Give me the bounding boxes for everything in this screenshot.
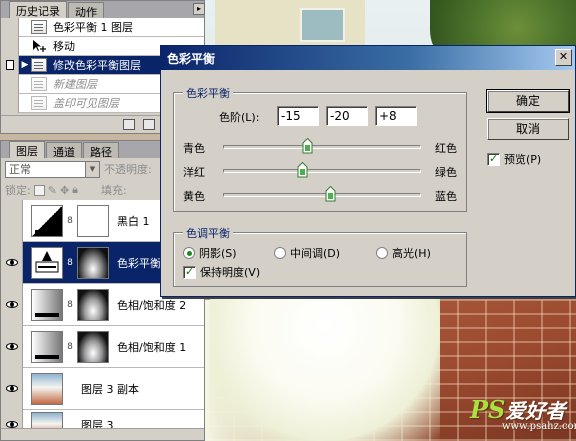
tone-balance-group: 色调平衡 阴影(S) 中间调(D) 高光(H) 保持明度(V) (173, 225, 467, 287)
document-icon (31, 20, 47, 34)
yellow-blue-slider-thumb[interactable] (325, 186, 336, 202)
levels-label: 色阶(L): (219, 111, 260, 124)
dialog-title-bar[interactable]: 色彩平衡 ✕ (161, 46, 575, 70)
visibility-toggle[interactable] (1, 325, 23, 368)
tab-actions[interactable]: 动作 (68, 2, 104, 19)
eye-icon (5, 385, 18, 392)
cancel-button[interactable]: 取消 (487, 118, 569, 140)
lock-transparent-icon[interactable] (33, 184, 45, 196)
document-icon (31, 96, 47, 110)
watermark-logo: PS爱好者 www.psahz.com (470, 395, 576, 432)
layer-mask-thumbnail[interactable] (77, 246, 109, 279)
history-tabbar: 历史记录 动作 ▸ (1, 1, 205, 19)
watermark-logo-text: PS爱好者 (470, 395, 566, 424)
radio-midtones[interactable]: 中间调(D) (274, 245, 340, 261)
visibility-toggle[interactable] (1, 199, 23, 242)
preserve-luminosity-checkbox[interactable]: 保持明度(V) (183, 264, 260, 280)
layer-name: 色相/饱和度 2 (117, 298, 187, 312)
building-window (300, 8, 345, 42)
history-item[interactable]: 色彩平衡 1 图层 (1, 17, 204, 37)
tab-history[interactable]: 历史记录 (9, 1, 67, 18)
eye-icon (5, 259, 18, 266)
layer-name: 图层 3 副本 (81, 382, 139, 396)
radio-highlights[interactable]: 高光(H) (376, 245, 431, 261)
link-icon: 8 (67, 341, 73, 352)
level-cyan-red-input[interactable] (277, 106, 319, 126)
slider-label-yellow: 黄色 (183, 190, 205, 203)
layer-mask-thumbnail[interactable] (77, 288, 109, 321)
magenta-green-slider-track[interactable] (223, 169, 421, 173)
document-icon (31, 58, 47, 72)
layer-row[interactable]: 8 色相/饱和度 1 (1, 325, 204, 368)
checkbox[interactable] (183, 265, 196, 279)
group-legend: 色调平衡 (183, 225, 233, 241)
magenta-green-slider-thumb[interactable] (297, 162, 308, 178)
dialog-title: 色彩平衡 (167, 51, 216, 66)
eye-icon (5, 343, 18, 350)
visibility-toggle[interactable] (1, 367, 23, 410)
tab-layers[interactable]: 图层 (9, 141, 45, 158)
slider-label-green: 绿色 (435, 166, 457, 179)
layer-mask-thumbnail[interactable] (77, 330, 109, 363)
layer-row[interactable]: 图层 3 副本 (1, 367, 204, 410)
opacity-label: 不透明度: (104, 163, 152, 176)
layer-name: 黑白 1 (117, 214, 150, 228)
checkbox[interactable] (487, 152, 500, 166)
layer-name: 色彩平衡 (117, 256, 161, 270)
group-legend: 色彩平衡 (183, 85, 233, 101)
photo-thumbnail (31, 372, 63, 405)
link-icon: 8 (67, 299, 73, 310)
radio-shadows[interactable]: 阴影(S) (183, 245, 237, 261)
tab-channels[interactable]: 通道 (46, 142, 82, 159)
color-balance-thumbnail-icon (31, 246, 63, 279)
layer-mask-thumbnail[interactable] (77, 204, 109, 237)
ok-button[interactable]: 确定 (486, 89, 570, 113)
level-magenta-green-input[interactable] (326, 106, 368, 126)
cyan-red-slider-track[interactable] (223, 145, 421, 149)
hue-saturation-thumbnail-icon (31, 330, 63, 363)
blend-mode-select[interactable]: 正常 ▼ (5, 160, 100, 178)
lock-brush-icon[interactable]: ✎ (48, 184, 57, 197)
slider-label-red: 红色 (435, 142, 457, 155)
preview-checkbox[interactable]: 预览(P) (487, 151, 541, 167)
hue-saturation-thumbnail-icon (31, 288, 63, 321)
adjustment-thumbnail-icon (31, 204, 63, 237)
new-snapshot-button[interactable] (143, 119, 155, 130)
chevron-down-icon: ▼ (85, 161, 99, 177)
color-balance-dialog: 色彩平衡 ✕ 色彩平衡 色阶(L): 青色 红色 洋红 绿色 黄色 蓝色 色调平… (160, 45, 576, 297)
visibility-toggle[interactable] (1, 241, 23, 284)
new-document-from-state-button[interactable] (123, 119, 135, 130)
tab-paths[interactable]: 路径 (83, 142, 119, 159)
document-icon (31, 77, 47, 91)
panel-menu-button[interactable]: ▸ (193, 3, 205, 15)
layer-name: 色相/饱和度 1 (117, 340, 187, 354)
slider-label-cyan: 青色 (183, 142, 205, 155)
slider-label-blue: 蓝色 (435, 190, 457, 203)
close-icon[interactable]: ✕ (555, 49, 572, 66)
eye-icon (5, 421, 18, 428)
link-icon: 8 (67, 215, 73, 226)
layers-footer-toolbar (1, 428, 204, 440)
lock-move-icon[interactable]: ✥ (60, 184, 69, 197)
slider-label-magenta: 洋红 (183, 166, 205, 179)
yellow-blue-slider-track[interactable] (223, 193, 421, 197)
link-icon: 8 (67, 257, 73, 268)
color-balance-group: 色彩平衡 色阶(L): 青色 红色 洋红 绿色 黄色 蓝色 (173, 85, 467, 212)
cyan-red-slider-thumb[interactable] (302, 138, 313, 154)
fill-label: 填充: (101, 184, 127, 197)
lock-label: 锁定: (5, 184, 31, 197)
history-state-arrow-icon: ▶ (21, 60, 29, 70)
visibility-toggle[interactable] (1, 283, 23, 326)
radio-button[interactable] (183, 247, 195, 259)
lock-all-icon[interactable]: 🔒︎ (72, 183, 78, 197)
eye-icon (5, 301, 18, 308)
move-tool-icon (31, 39, 47, 53)
history-brush-source-icon[interactable] (5, 60, 14, 70)
radio-button[interactable] (376, 247, 388, 259)
radio-button[interactable] (274, 247, 286, 259)
level-yellow-blue-input[interactable] (375, 106, 417, 126)
watermark-url: www.psahz.com (502, 421, 576, 432)
